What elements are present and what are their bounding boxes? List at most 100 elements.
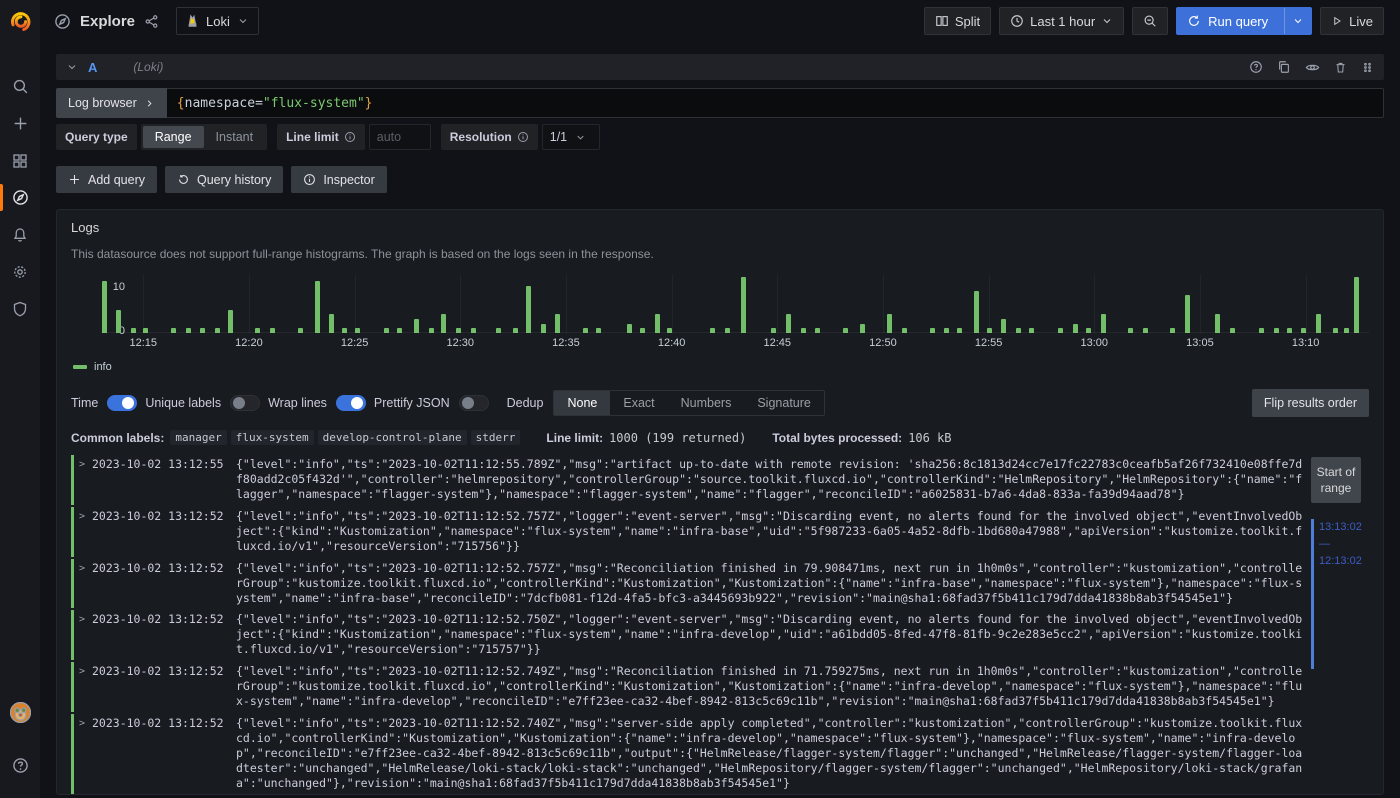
log-row[interactable]: >2023-10-02 13:12:52{"level":"info","ts"… [71,662,1303,712]
histogram-bar [200,328,205,333]
time-range-button[interactable]: Last 1 hour [999,7,1124,35]
query-type-label: Query type [56,124,137,150]
query-type-range[interactable]: Range [143,126,204,148]
add-query-button[interactable]: Add query [56,166,157,193]
histogram-bar [456,328,461,333]
range-to-time: 12:13:02 [1319,553,1367,570]
toggle-switch[interactable] [230,395,260,411]
toggle-switch[interactable] [336,395,366,411]
sidebar-item-search[interactable] [0,68,40,105]
histogram-bar [496,328,501,333]
top-nav-left: Explore Loki [54,7,259,35]
expand-row-icon[interactable]: > [79,509,92,523]
run-query-button[interactable]: Run query [1176,7,1312,35]
duplicate-icon[interactable] [1277,60,1291,74]
help-circle-icon[interactable] [1249,60,1263,74]
flip-results-order-button[interactable]: Flip results order [1252,389,1369,417]
common-labels-label: Common labels: [71,431,164,445]
x-gridline [989,275,990,333]
datasource-picker[interactable]: Loki [176,7,259,35]
add-query-label: Add query [88,173,145,187]
histogram-bar [1001,319,1006,333]
histogram-bar [1016,328,1021,333]
histogram-legend: info [71,361,1369,373]
x-gridline [143,275,144,333]
sidebar-item-server-admin[interactable] [0,290,40,327]
histogram-bar [143,328,148,333]
sidebar-item-dashboards[interactable] [0,142,40,179]
x-gridline [672,275,673,333]
x-gridline [777,275,778,333]
split-button[interactable]: Split [924,7,991,35]
query-token-rbrace: } [365,96,373,111]
expand-row-icon[interactable]: > [79,664,92,678]
toggle-wrap-lines: Wrap lines [268,395,366,411]
histogram-bar [655,314,660,333]
histogram-bar [1259,328,1264,333]
query-input[interactable]: {namespace="flux-system"} [167,88,1384,118]
dedup-option-none[interactable]: None [554,391,610,415]
log-row[interactable]: >2023-10-02 13:12:52{"level":"info","ts"… [71,610,1303,660]
dedup-option-exact[interactable]: Exact [610,391,667,415]
toggle-switch[interactable] [107,395,137,411]
expand-row-icon[interactable]: > [79,457,92,471]
sidebar-item-explore[interactable] [0,179,40,216]
zoom-out-button[interactable] [1132,7,1168,35]
histogram-bar [596,328,601,333]
query-history-button[interactable]: Query history [165,166,283,193]
line-limit-input[interactable] [369,124,431,150]
sidebar-item-create[interactable] [0,105,40,142]
start-of-range-button[interactable]: Start of range [1311,457,1361,503]
expand-row-icon[interactable]: > [79,561,92,575]
sidebar-item-help[interactable] [0,747,40,784]
log-row[interactable]: >2023-10-02 13:12:55{"level":"info","ts"… [71,455,1303,505]
log-row[interactable]: >2023-10-02 13:12:52{"level":"info","ts"… [71,559,1303,609]
top-nav-right: Split Last 1 hour [924,7,1384,35]
legend-series-label[interactable]: info [94,361,112,373]
log-row-message: {"level":"info","ts":"2023-10-02T11:12:5… [236,457,1303,502]
grafana-logo[interactable] [0,0,40,42]
histogram-bar [471,328,476,333]
eye-icon[interactable] [1305,60,1320,75]
sidebar-item-alerting[interactable] [0,216,40,253]
histogram-bar [441,314,446,333]
query-token-value: "flux-system" [263,96,365,111]
run-query-main[interactable]: Run query [1177,8,1278,34]
apps-icon [12,153,28,169]
histogram-bar [1333,328,1338,333]
x-axis-tick: 12:25 [341,337,369,349]
trash-icon[interactable] [1334,61,1347,74]
toggle-switch[interactable] [459,395,489,411]
dedup-option-signature[interactable]: Signature [744,391,824,415]
run-query-label: Run query [1208,14,1268,29]
log-row-message: {"level":"info","ts":"2023-10-02T11:12:5… [236,612,1303,657]
log-browser-button[interactable]: Log browser [56,88,167,118]
share-icon[interactable] [144,14,159,29]
histogram-bar [987,328,992,333]
sidebar-item-profile[interactable] [0,694,40,731]
sidebar-item-configuration[interactable] [0,253,40,290]
log-row[interactable]: >2023-10-02 13:12:52{"level":"info","ts"… [71,507,1303,557]
histogram-bar [1274,328,1279,333]
drag-handle-icon[interactable] [1361,61,1374,74]
log-row[interactable]: >2023-10-02 13:12:52{"level":"info","ts"… [71,714,1303,794]
clock-icon [1010,14,1024,28]
x-gridline [249,275,250,333]
expand-row-icon[interactable]: > [79,612,92,626]
histogram-bar [228,310,233,334]
histogram-bar [1301,328,1306,333]
query-row-header: A (Loki) [56,54,1384,80]
collapse-chevron-icon[interactable] [66,61,78,73]
inspector-label: Inspector [323,173,374,187]
x-gridline [1306,275,1307,333]
run-query-caret[interactable] [1284,8,1311,34]
histogram-notice: This datasource does not support full-ra… [71,247,1369,261]
histogram-bar [1073,324,1078,333]
expand-row-icon[interactable]: > [79,716,92,730]
dedup-option-numbers[interactable]: Numbers [668,391,745,415]
sidebar-nav [0,68,40,327]
live-button[interactable]: Live [1320,7,1384,35]
query-type-instant[interactable]: Instant [204,126,266,148]
inspector-button[interactable]: Inspector [291,166,386,193]
resolution-select[interactable]: 1/1 [542,124,600,150]
